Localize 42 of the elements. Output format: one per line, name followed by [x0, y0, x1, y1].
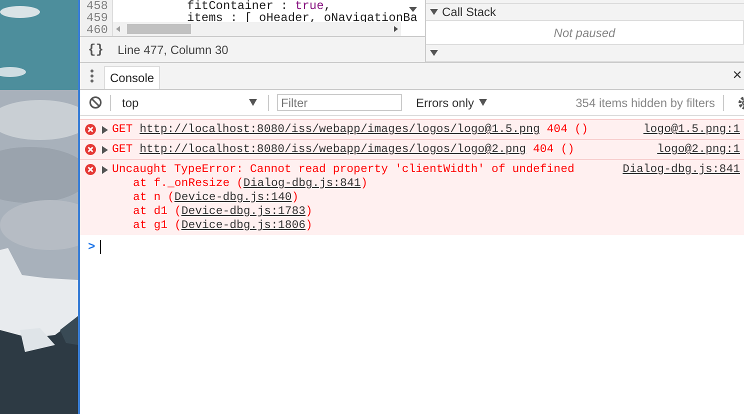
context-select[interactable]: top [119, 96, 260, 110]
line-number: 460 [80, 24, 113, 36]
stack-frame: at n (Device-dbg.js:140) [112, 191, 299, 205]
request-message: GET http://localhost:8080/iss/webapp/images/logos/logo@1.5.png 404 () [112, 123, 588, 137]
close-button[interactable]: × [732, 67, 742, 85]
code-line: fitContainer : true, [187, 0, 332, 12]
stack-frame: at f._onResize (Dialog-dbg.js:841) [112, 177, 368, 191]
request-message: GET http://localhost:8080/iss/webapp/images/logos/logo@2.png 404 () [112, 143, 574, 157]
hidden-count: 354 items hidden by filters [576, 96, 715, 110]
cursor-position: Line 477, Column 30 [118, 42, 228, 56]
error-icon [85, 124, 96, 135]
line-number: 458 [80, 0, 113, 12]
source-link[interactable]: Device-dbg.js:1806 [181, 219, 306, 232]
error-icon [85, 144, 96, 155]
expand-triangle-icon[interactable] [102, 166, 108, 174]
error-icon [85, 164, 96, 175]
source-link[interactable]: Dialog-dbg.js:841 [614, 163, 740, 177]
collapse-triangle-icon[interactable] [430, 50, 438, 56]
line-number: 459 [80, 12, 113, 24]
dropdown-arrow-icon[interactable] [409, 7, 417, 12]
source-link[interactable]: logo@1.5.png:1 [635, 123, 740, 137]
collapse-triangle-icon[interactable] [430, 8, 438, 15]
url-link[interactable]: http://localhost:8080/iss/webapp/images/logos/logo@1.5.png [140, 123, 540, 136]
status-text: Not paused [554, 26, 616, 40]
stack-frame: at g1 (Device-dbg.js:1806) [112, 219, 312, 233]
source-link[interactable]: Dialog-dbg.js:841 [243, 177, 361, 190]
filter-field[interactable]: Filter [277, 94, 402, 111]
more-menu-icon[interactable] [90, 69, 94, 83]
pretty-print-button[interactable]: {} [88, 42, 104, 57]
source-link[interactable]: Device-dbg.js:140 [174, 191, 292, 204]
source-link[interactable]: Device-dbg.js:1783 [181, 205, 306, 218]
horizontal-scrollbar[interactable] [113, 22, 401, 36]
console-tab[interactable]: Console [104, 66, 160, 89]
stack-frame: at d1 (Device-dbg.js:1783) [112, 205, 312, 219]
text-cursor[interactable] [100, 240, 102, 254]
section-title[interactable]: Call Stack [442, 4, 496, 19]
clear-console-icon[interactable] [89, 96, 102, 109]
prompt-chevron: > [88, 240, 96, 254]
source-link[interactable]: logo@2.png:1 [649, 143, 740, 157]
url-link[interactable]: http://localhost:8080/iss/webapp/images/logos/logo@2.png [140, 143, 526, 156]
levels-dropdown[interactable]: Errors only [416, 96, 488, 110]
error-message: Uncaught TypeError: Cannot read property 'clientWidth' of undefined [112, 163, 574, 177]
